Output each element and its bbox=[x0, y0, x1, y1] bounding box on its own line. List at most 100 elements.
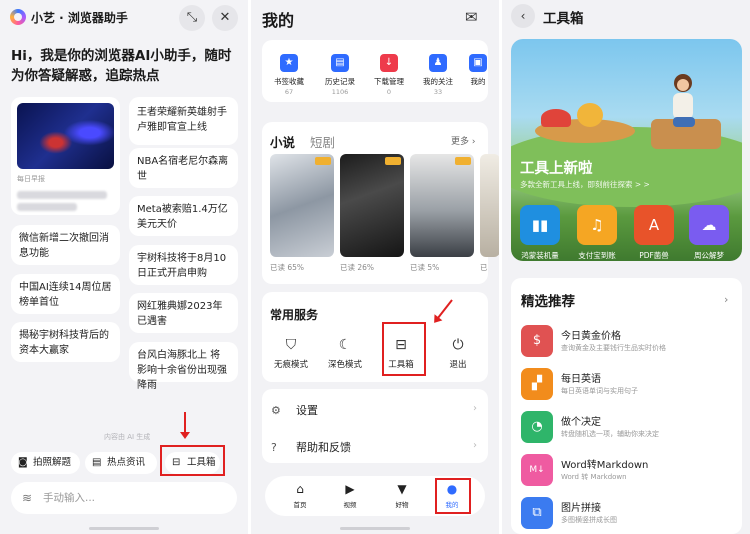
news-card[interactable]: 宇树科技将于8月10日正式开启申购 bbox=[129, 245, 238, 285]
rec-image-stitch[interactable]: ⧉ 图片拼接 多图横竖拼成长图 bbox=[521, 495, 736, 531]
news-card[interactable]: 中国AI连续14周位居榜单首位 bbox=[11, 274, 120, 314]
manual-input[interactable]: ≋ 手动输入... bbox=[11, 482, 237, 514]
power-icon: ⏻ bbox=[452, 337, 464, 353]
more-link[interactable]: 更多 › bbox=[451, 134, 475, 147]
rec-gold-price[interactable]: $ 今日黄金价格 查询黄金及主要钱行生品实时价格 bbox=[521, 323, 736, 359]
promo-banner[interactable]: 工具上新啦 多款全新工具上线，即刻前往探索 > > ▮▮ 鸿蒙装机量 ♫ 支付宝… bbox=[511, 39, 742, 261]
assistant-title: 小艺 · 浏览器助手 bbox=[31, 11, 128, 25]
video-news-card[interactable]: 每日早报 bbox=[11, 97, 120, 215]
tool-label: 周公解梦 bbox=[694, 251, 724, 260]
service-exit[interactable]: ⏻ 退出 bbox=[436, 336, 480, 370]
qa-history[interactable]: ▤ 历史记录 1106 bbox=[317, 50, 363, 96]
xiaoyi-logo-icon bbox=[10, 9, 26, 25]
book-badge bbox=[315, 157, 331, 165]
qa-bookmarks[interactable]: ★ 书签收藏 67 bbox=[266, 50, 312, 96]
tool-alipay-receipt[interactable]: ♫ 支付宝到账 bbox=[577, 205, 617, 261]
rec-decision[interactable]: ◔ 做个决定 转盘随机选一项，辅助你来决定 bbox=[521, 409, 736, 445]
chip-label: 热点资讯 bbox=[107, 457, 146, 468]
rec-daily-english[interactable]: ▞ 每日英语 每日英语单词与实用句子 bbox=[521, 366, 736, 402]
qa-label: 我的关注 bbox=[423, 77, 453, 86]
service-dark-mode[interactable]: ☾ 深色模式 bbox=[323, 336, 367, 370]
book-cover[interactable] bbox=[340, 154, 404, 257]
news-card[interactable]: 网红雅典娜2023年已遇害 bbox=[129, 293, 238, 333]
video-thumbnail bbox=[17, 103, 114, 169]
rec-desc: 多图横竖拼成长图 bbox=[561, 516, 617, 524]
qa-count: 33 bbox=[433, 88, 443, 96]
image-stitch-icon: ⧉ bbox=[521, 497, 553, 529]
nav-home[interactable]: ⌂ 首页 bbox=[285, 482, 315, 509]
rec-name: 今日黄金价格 bbox=[561, 331, 621, 342]
voice-wave-icon: ≋ bbox=[22, 491, 33, 505]
news-card[interactable]: 王者荣耀新英雄射手卢雅即官宣上线 bbox=[129, 97, 238, 145]
gold-price-icon: $ bbox=[521, 325, 553, 357]
chevron-right-icon[interactable]: › bbox=[724, 293, 728, 306]
book-badge bbox=[455, 157, 471, 165]
rec-name: 图片拼接 bbox=[561, 503, 601, 514]
shield-icon: ⛉ bbox=[285, 337, 297, 353]
service-label: 退出 bbox=[449, 360, 467, 370]
person-icon: ♟ bbox=[429, 54, 447, 72]
goods-icon: ▼ bbox=[397, 482, 407, 496]
qa-following[interactable]: ♟ 我的关注 33 bbox=[415, 50, 461, 96]
news-card[interactable]: Meta被索赔1.4万亿美元天价 bbox=[129, 196, 238, 236]
news-card-text: 揭秘宇树科技背后的资本大赢家 bbox=[19, 330, 109, 356]
news-card[interactable]: 揭秘宇树科技背后的资本大赢家 bbox=[11, 322, 120, 362]
news-card-text: 宇树科技将于8月10日正式开启申购 bbox=[137, 253, 227, 279]
help-row[interactable]: ? 帮助和反馈 bbox=[271, 439, 351, 455]
home-icon: ⌂ bbox=[296, 482, 304, 496]
chip-label: 拍照解题 bbox=[33, 457, 72, 468]
book-cover[interactable] bbox=[480, 154, 499, 257]
tool-harmony-installs[interactable]: ▮▮ 鸿蒙装机量 bbox=[520, 205, 560, 261]
book-cover[interactable] bbox=[410, 154, 474, 257]
help-icon: ? bbox=[271, 441, 277, 454]
video-caption: 每日早报 bbox=[17, 175, 45, 183]
rec-desc: 查询黄金及主要钱行生品实时价格 bbox=[561, 344, 666, 352]
nav-label: 视频 bbox=[343, 501, 357, 509]
rec-name: Word转Markdown bbox=[561, 460, 649, 471]
service-incognito[interactable]: ⛉ 无痕模式 bbox=[269, 336, 313, 370]
news-card-text: 中国AI连续14周位居榜单首位 bbox=[19, 282, 112, 308]
nav-label: 首页 bbox=[293, 501, 307, 509]
chip-hot-news[interactable]: ▤ 热点资讯 bbox=[85, 452, 157, 474]
news-card-text: Meta被索赔1.4万亿美元天价 bbox=[137, 204, 228, 230]
book-cover[interactable] bbox=[270, 154, 334, 257]
help-label: 帮助和反馈 bbox=[296, 441, 351, 454]
blurred-text bbox=[17, 203, 77, 211]
back-icon[interactable]: ‹ bbox=[511, 4, 535, 28]
qa-label: 书签收藏 bbox=[274, 77, 304, 86]
chip-photo-solve[interactable]: ◙ 拍照解题 bbox=[11, 452, 80, 474]
news-card-text: 台风白海豚北上 将影响十余省份出现强降雨 bbox=[137, 350, 227, 391]
services-title: 常用服务 bbox=[270, 308, 319, 322]
tool-pdf[interactable]: A PDF菌兽 bbox=[634, 205, 674, 261]
tool-dream-interpret[interactable]: ☁ 周公解梦 bbox=[689, 205, 729, 261]
news-card[interactable]: 微信新增二次撤回消息功能 bbox=[11, 225, 120, 265]
tab-short-drama[interactable]: 短剧 bbox=[310, 132, 335, 151]
book-progress: 已读 65% bbox=[270, 263, 305, 272]
qa-count: 67 bbox=[284, 88, 294, 96]
news-card[interactable]: NBA名宿老尼尔森离世 bbox=[129, 148, 238, 188]
rec-word-markdown[interactable]: M↓ Word转Markdown Word 转 Markdown bbox=[521, 452, 736, 488]
nav-goods[interactable]: ▼ 好物 bbox=[387, 482, 417, 509]
recommend-title: 精选推荐 bbox=[521, 294, 575, 310]
news-card[interactable]: 台风白海豚北上 将影响十余省份出现强降雨 bbox=[129, 342, 238, 391]
service-label: 深色模式 bbox=[327, 360, 362, 370]
qa-mine[interactable]: ▣ 我的 bbox=[463, 50, 493, 87]
settings-row[interactable]: ⚙ 设置 bbox=[271, 402, 318, 418]
mail-icon[interactable]: ✉ bbox=[465, 8, 478, 26]
video-icon: ▶ bbox=[345, 482, 355, 496]
pdf-icon: A bbox=[634, 205, 674, 245]
assistant-greeting: Hi，我是你的浏览器AI小助手，随时为你答疑解惑，追踪热点 bbox=[11, 48, 232, 84]
qa-count: 1106 bbox=[331, 88, 349, 96]
highlight-box bbox=[160, 445, 225, 476]
nav-video[interactable]: ▶ 视频 bbox=[335, 482, 365, 509]
collapse-icon[interactable]: ⤡ bbox=[179, 5, 205, 31]
tab-novel[interactable]: 小说 bbox=[270, 132, 295, 151]
rec-desc: 每日英语单词与实用句子 bbox=[561, 387, 638, 395]
assistant-header: 小艺 · 浏览器助手 ⤡ ✕ bbox=[0, 0, 248, 34]
news-card-text: 王者荣耀新英雄射手卢雅即官宣上线 bbox=[137, 107, 227, 133]
qa-downloads[interactable]: ↓ 下载管理 0 bbox=[366, 50, 412, 96]
close-icon[interactable]: ✕ bbox=[212, 5, 238, 31]
folder-icon: ▣ bbox=[469, 54, 487, 72]
news-card-text: 网红雅典娜2023年已遇害 bbox=[137, 301, 223, 327]
profile-panel: 我的 ✉ ★ 书签收藏 67 ▤ 历史记录 1106 ↓ 下载管理 0 ♟ 我的… bbox=[251, 0, 499, 534]
